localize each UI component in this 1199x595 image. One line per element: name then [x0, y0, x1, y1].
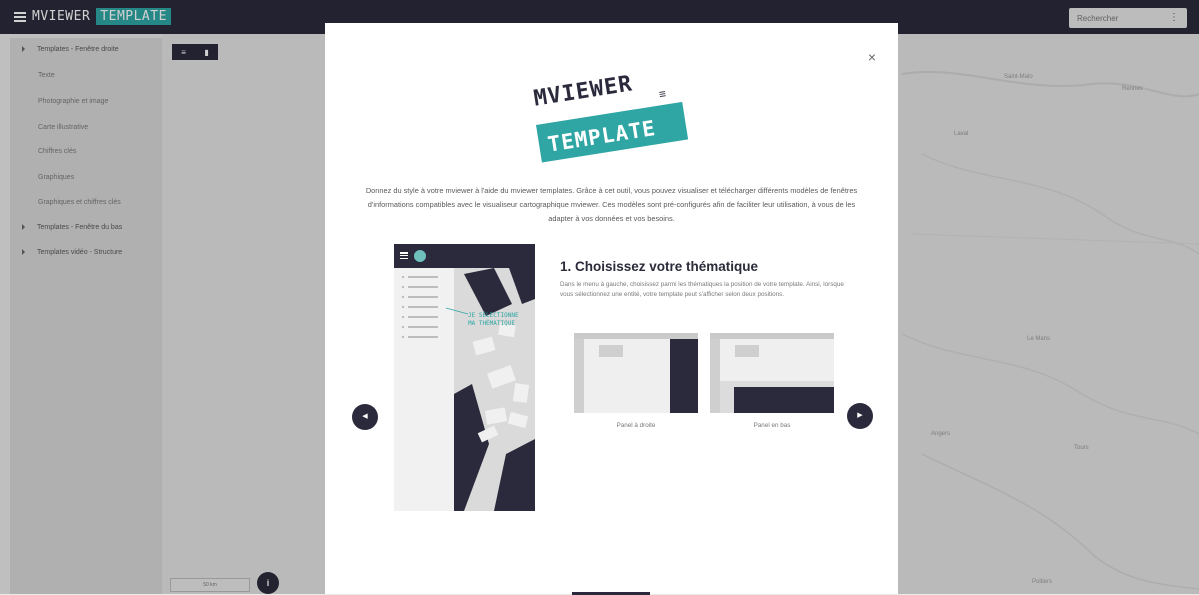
welcome-modal: × MVIEWER ≡ TEMPLATE Donnez du style à v… [325, 23, 898, 595]
intro-text: Donnez du style à votre mviewer à l'aide… [365, 186, 858, 223]
step-description: Dans le menu à gauche, choisissez parmi … [560, 281, 844, 298]
prev-slide-button[interactable]: ◀ [352, 404, 378, 430]
thumb-sidebar [710, 339, 720, 413]
phone-callout: JE SÉLECTIONNE MA THÉMATIQUE [468, 312, 519, 328]
thumb-chip [735, 345, 759, 357]
logo-spark-icon: ≡ [657, 86, 668, 102]
thumb-right-panel [670, 339, 698, 413]
logo-text-mviewer: MVIEWER [532, 71, 635, 112]
callout-line-1: JE SÉLECTIONNE [468, 312, 519, 319]
close-icon[interactable]: × [868, 49, 876, 65]
panel-right-thumbnail[interactable] [574, 333, 698, 413]
panel-bottom-thumbnail[interactable] [710, 333, 834, 413]
panel-bottom-caption: Panel en bas [753, 422, 791, 429]
phone-illustration: JE SÉLECTIONNE MA THÉMATIQUE [394, 244, 535, 511]
step-title: 1. Choisissez votre thématique [560, 259, 759, 274]
thumb-sidebar [574, 339, 584, 413]
panel-right-caption: Panel à droite [616, 422, 656, 429]
phone-drawing [401, 268, 535, 511]
thumb-map [584, 339, 670, 413]
callout-line-2: MA THÉMATIQUE [468, 320, 515, 327]
thumb-chip [599, 345, 623, 357]
thumb-bottom-panel [734, 387, 834, 413]
mviewer-template-logo: MVIEWER ≡ TEMPLATE [532, 71, 692, 191]
next-slide-button[interactable]: ▶ [847, 403, 873, 429]
